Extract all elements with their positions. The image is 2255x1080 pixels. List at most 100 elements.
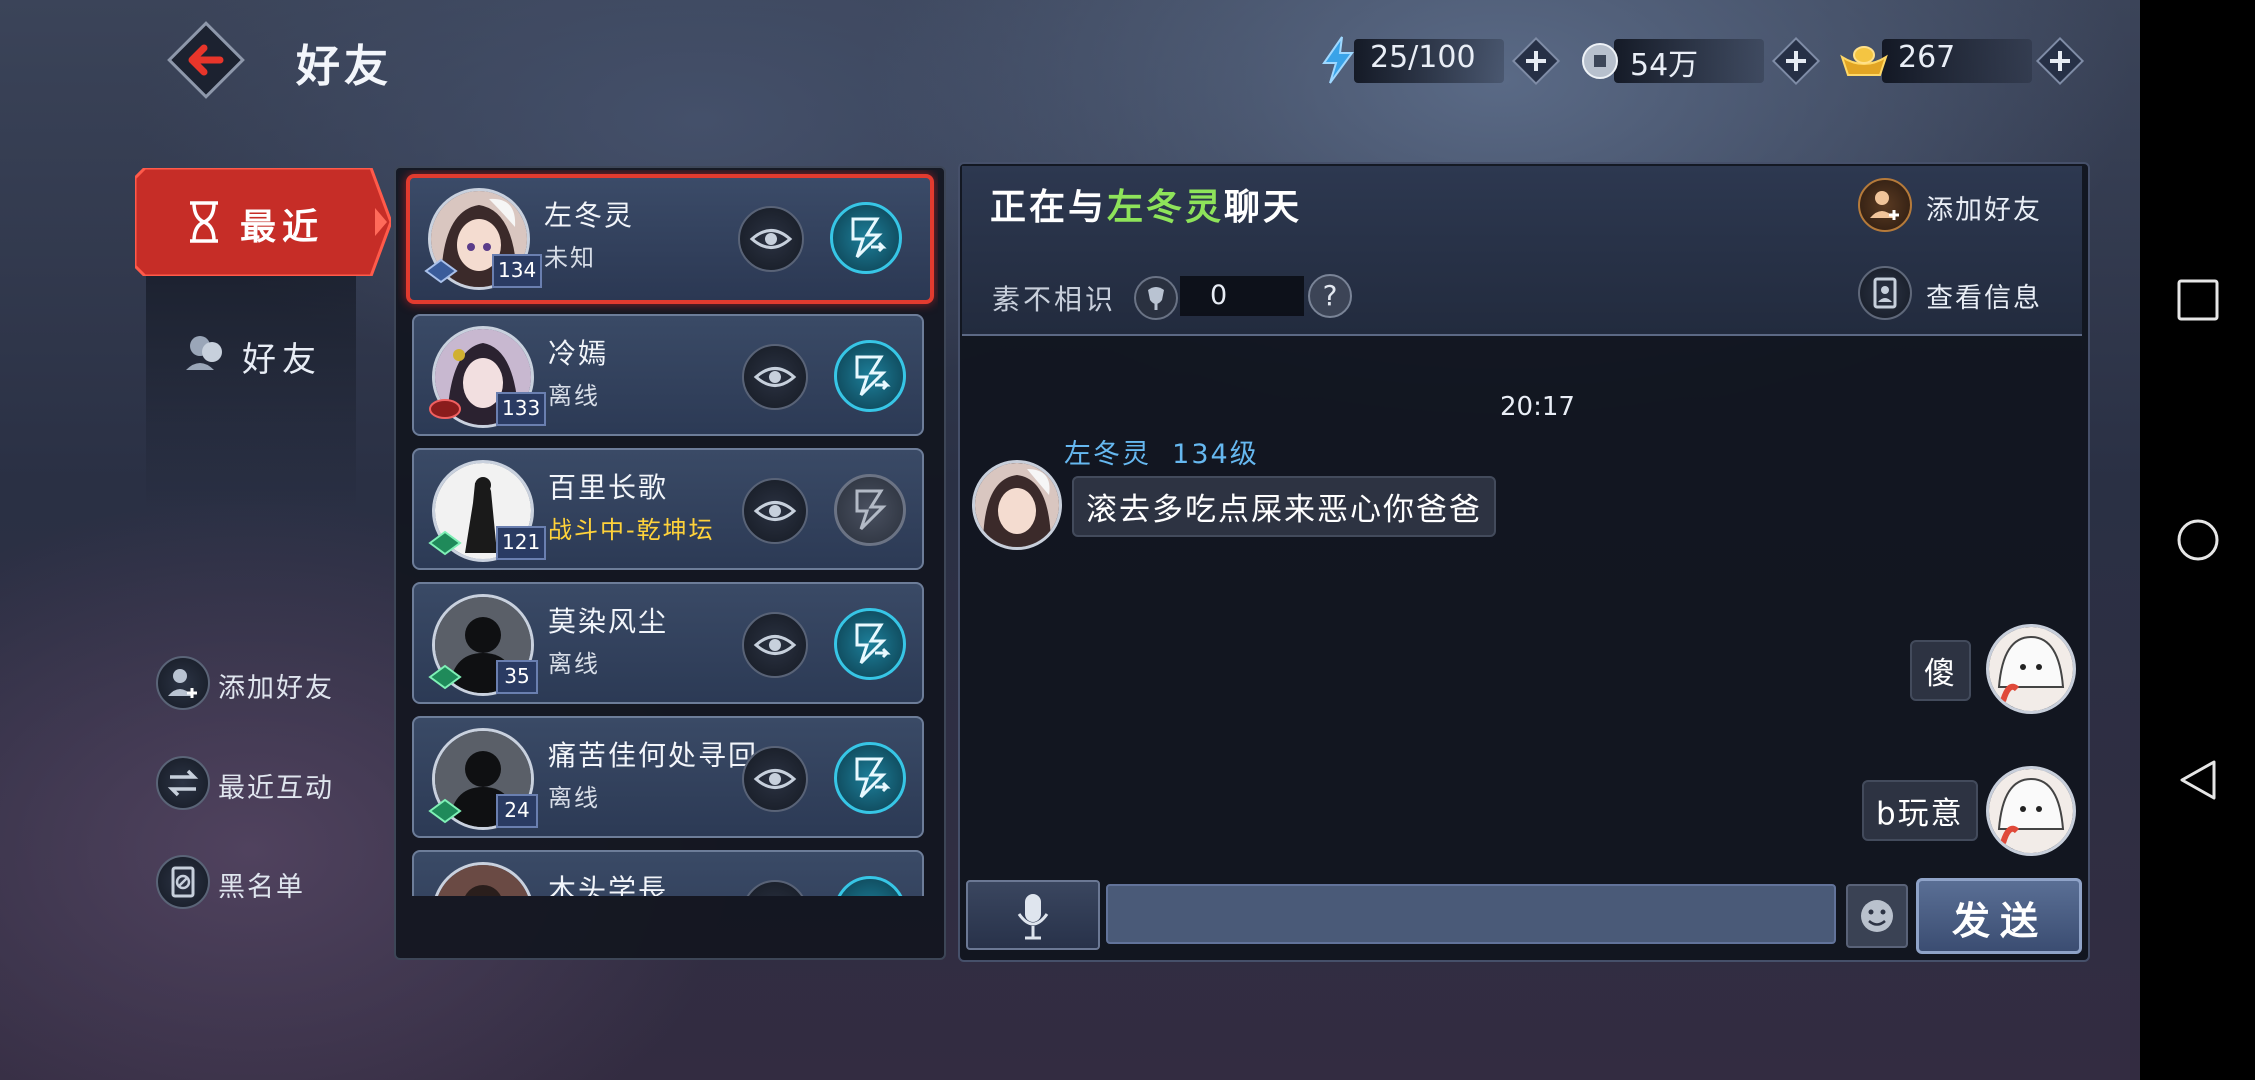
coins-counter: 54万 bbox=[1580, 33, 1822, 89]
view-button[interactable] bbox=[742, 880, 808, 896]
intimacy-value: 0 bbox=[1210, 280, 1228, 311]
chat-button-disabled[interactable] bbox=[834, 474, 906, 546]
tab-recent-label: 最近 bbox=[240, 207, 325, 248]
profile-card-icon bbox=[1858, 266, 1912, 320]
message-bubble: 傻 bbox=[1910, 640, 1971, 701]
friend-row[interactable]: 木头学長 bbox=[412, 850, 924, 896]
eye-icon bbox=[753, 367, 797, 387]
class-badge-icon bbox=[428, 664, 462, 690]
level-badge: 24 bbox=[496, 794, 538, 828]
blacklist-icon bbox=[156, 855, 210, 909]
chat-title: 正在与左冬灵聊天 bbox=[990, 187, 1303, 228]
friend-status: 离线 bbox=[548, 382, 600, 410]
friend-status: 离线 bbox=[548, 784, 600, 812]
add-coins-button[interactable] bbox=[1770, 35, 1822, 87]
add-friend-icon bbox=[156, 656, 210, 710]
help-button[interactable]: ? bbox=[1308, 274, 1352, 318]
chat-partner-name: 左冬灵 bbox=[1107, 187, 1225, 228]
back-arrow-icon bbox=[167, 21, 245, 99]
page-title: 好友 bbox=[296, 41, 392, 92]
friend-name: 冷嫣 bbox=[548, 337, 609, 370]
friend-list[interactable]: 134 左冬灵 未知 133 冷嫣 离线 121 百里长歌 战斗中-乾坤坛 35… bbox=[398, 170, 938, 896]
lightning-icon bbox=[1322, 36, 1354, 84]
message-timestamp: 20:17 bbox=[1500, 392, 1575, 422]
view-info-button[interactable]: 查看信息 bbox=[1858, 266, 2040, 322]
stamina-value: 25/100 bbox=[1370, 40, 1476, 75]
chat-button[interactable] bbox=[834, 608, 906, 680]
class-badge-icon bbox=[429, 399, 461, 419]
lightning-chat-icon bbox=[855, 757, 891, 799]
view-info-label: 查看信息 bbox=[1926, 283, 2042, 314]
friend-status: 未知 bbox=[544, 244, 596, 272]
message-bubble: 滚去多吃点屎来恶心你爸爸 bbox=[1072, 476, 1496, 537]
lightning-chat-icon bbox=[851, 217, 887, 259]
message-bubble: b玩意 bbox=[1862, 780, 1978, 841]
home-icon[interactable] bbox=[2176, 518, 2220, 562]
view-button[interactable] bbox=[742, 344, 808, 410]
eye-icon bbox=[753, 501, 797, 521]
eye-icon bbox=[753, 635, 797, 655]
message-sender: 左冬灵 134级 bbox=[1064, 439, 1259, 470]
level-badge: 35 bbox=[496, 660, 538, 694]
coin-icon bbox=[1582, 43, 1618, 79]
message-input[interactable] bbox=[1106, 884, 1836, 944]
friend-name: 木头学長 bbox=[548, 873, 669, 896]
emoji-icon bbox=[1861, 900, 1893, 932]
class-badge-icon bbox=[424, 258, 458, 284]
blacklist-action[interactable]: 黑名单 bbox=[156, 855, 326, 909]
lightning-chat-icon bbox=[855, 355, 891, 397]
friend-row[interactable]: 35 莫染风尘 离线 bbox=[412, 582, 924, 704]
relation-label: 素不相识 bbox=[992, 283, 1117, 316]
self-avatar[interactable] bbox=[1986, 766, 2076, 856]
view-button[interactable] bbox=[742, 612, 808, 678]
chat-button[interactable] bbox=[830, 202, 902, 274]
swap-arrows-icon bbox=[156, 756, 210, 810]
recent-apps-icon[interactable] bbox=[2176, 278, 2220, 322]
friend-row[interactable]: 121 百里长歌 战斗中-乾坤坛 bbox=[412, 448, 924, 570]
add-ingots-button[interactable] bbox=[2034, 35, 2086, 87]
lightning-chat-icon bbox=[855, 489, 887, 531]
friend-row[interactable]: 24 痛苦佳何处寻回 离线 bbox=[412, 716, 924, 838]
recent-interaction-action[interactable]: 最近互动 bbox=[156, 756, 346, 810]
chat-add-friend-button[interactable]: 添加好友 bbox=[1858, 178, 2040, 234]
coins-value: 54万 bbox=[1630, 48, 1699, 83]
friend-row[interactable]: 134 左冬灵 未知 bbox=[406, 174, 934, 304]
tab-friends[interactable]: 好友 bbox=[242, 332, 322, 381]
lightning-chat-icon bbox=[855, 623, 891, 665]
hourglass-icon bbox=[190, 201, 218, 243]
back-button[interactable] bbox=[166, 20, 246, 100]
voice-button[interactable] bbox=[966, 880, 1100, 950]
friend-status: 战斗中-乾坤坛 bbox=[548, 516, 715, 544]
gold-ingot-icon bbox=[1840, 46, 1888, 76]
self-avatar[interactable] bbox=[1986, 624, 2076, 714]
friend-row[interactable]: 133 冷嫣 离线 bbox=[412, 314, 924, 436]
chat-button[interactable] bbox=[834, 876, 906, 896]
friend-name: 百里长歌 bbox=[548, 471, 669, 504]
view-button[interactable] bbox=[742, 746, 808, 812]
friends-icon bbox=[186, 336, 222, 370]
friend-name: 莫染风尘 bbox=[548, 605, 669, 638]
add-friend-icon bbox=[1858, 178, 1912, 232]
class-badge-icon bbox=[428, 530, 462, 556]
chat-button[interactable] bbox=[834, 340, 906, 412]
back-nav-icon[interactable] bbox=[2176, 758, 2220, 802]
avatar bbox=[432, 862, 534, 896]
add-friend-action[interactable]: 添加好友 bbox=[156, 656, 346, 710]
ingots-counter: 267 bbox=[1838, 33, 2088, 89]
view-button[interactable] bbox=[742, 478, 808, 544]
view-button[interactable] bbox=[738, 206, 804, 272]
blacklist-label: 黑名单 bbox=[218, 872, 305, 903]
level-badge: 133 bbox=[496, 392, 547, 426]
friend-name: 左冬灵 bbox=[544, 199, 635, 232]
chat-button[interactable] bbox=[834, 742, 906, 814]
add-stamina-button[interactable] bbox=[1510, 35, 1562, 87]
intimacy-icon bbox=[1134, 276, 1178, 320]
partner-avatar[interactable] bbox=[972, 460, 1062, 550]
eye-icon bbox=[753, 769, 797, 789]
level-badge: 121 bbox=[496, 526, 547, 560]
add-friend-label: 添加好友 bbox=[218, 673, 334, 704]
stamina-counter: 25/100 bbox=[1320, 33, 1562, 89]
microphone-icon bbox=[1017, 894, 1049, 940]
emoji-button[interactable] bbox=[1846, 884, 1908, 948]
chat-add-friend-label: 添加好友 bbox=[1926, 195, 2042, 226]
